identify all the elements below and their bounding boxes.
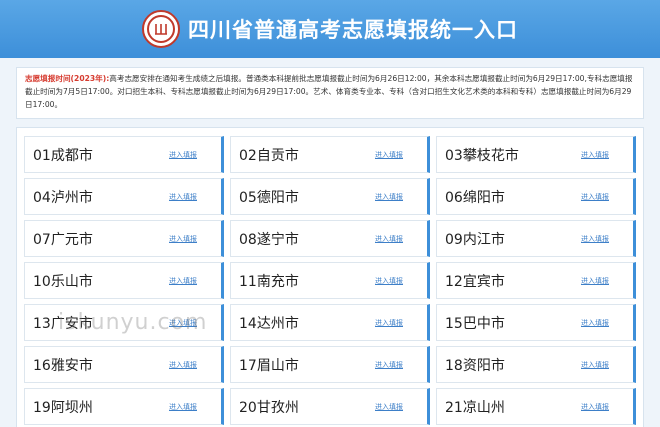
city-card[interactable]: 20甘孜州 进入填报 — [230, 388, 430, 425]
sichuan-emblem-logo — [142, 10, 180, 48]
enter-fill-link[interactable]: 进入填报 — [169, 402, 197, 412]
city-card[interactable]: 13广安市 进入填报 — [24, 304, 224, 341]
city-card[interactable]: 08遂宁市 进入填报 — [230, 220, 430, 257]
city-name: 03攀枝花市 — [445, 147, 519, 164]
enter-fill-link[interactable]: 进入填报 — [375, 150, 403, 160]
city-name: 05德阳市 — [239, 189, 299, 206]
city-card[interactable]: 04泸州市 进入填报 — [24, 178, 224, 215]
city-card[interactable]: 16雅安市 进入填报 — [24, 346, 224, 383]
notice-box: 志愿填报时间(2023年):高考志愿安排在通知考生成绩之后填报。普通类本科提前批… — [16, 67, 644, 119]
city-name: 13广安市 — [33, 315, 93, 332]
city-card[interactable]: 01成都市 进入填报 — [24, 136, 224, 173]
city-card[interactable]: 18资阳市 进入填报 — [436, 346, 636, 383]
page-title: 四川省普通高考志愿填报统一入口 — [188, 18, 518, 42]
city-name: 14达州市 — [239, 315, 299, 332]
enter-fill-link[interactable]: 进入填报 — [169, 318, 197, 328]
enter-fill-link[interactable]: 进入填报 — [581, 150, 609, 160]
city-card[interactable]: 09内江市 进入填报 — [436, 220, 636, 257]
city-card[interactable]: 21凉山州 进入填报 — [436, 388, 636, 425]
city-card[interactable]: 10乐山市 进入填报 — [24, 262, 224, 299]
city-name: 09内江市 — [445, 231, 505, 248]
city-card[interactable]: 03攀枝花市 进入填报 — [436, 136, 636, 173]
enter-fill-link[interactable]: 进入填报 — [375, 318, 403, 328]
enter-fill-link[interactable]: 进入填报 — [169, 276, 197, 286]
page-header: 四川省普通高考志愿填报统一入口 — [0, 0, 660, 58]
city-card[interactable]: 07广元市 进入填报 — [24, 220, 224, 257]
enter-fill-link[interactable]: 进入填报 — [375, 276, 403, 286]
enter-fill-link[interactable]: 进入填报 — [581, 276, 609, 286]
enter-fill-link[interactable]: 进入填报 — [581, 402, 609, 412]
city-name: 20甘孜州 — [239, 399, 299, 416]
enter-fill-link[interactable]: 进入填报 — [581, 234, 609, 244]
notice-label: 志愿填报时间(2023年): — [25, 74, 110, 83]
city-name: 15巴中市 — [445, 315, 505, 332]
city-card[interactable]: 17眉山市 进入填报 — [230, 346, 430, 383]
notice-text: 高考志愿安排在通知考生成绩之后填报。普通类本科提前批志愿填报截止时间为6月26日… — [25, 74, 633, 109]
enter-fill-link[interactable]: 进入填报 — [375, 402, 403, 412]
enter-fill-link[interactable]: 进入填报 — [581, 318, 609, 328]
city-name: 08遂宁市 — [239, 231, 299, 248]
city-name: 07广元市 — [33, 231, 93, 248]
city-name: 17眉山市 — [239, 357, 299, 374]
enter-fill-link[interactable]: 进入填报 — [169, 360, 197, 370]
enter-fill-link[interactable]: 进入填报 — [375, 234, 403, 244]
city-name: 19阿坝州 — [33, 399, 93, 416]
city-name: 10乐山市 — [33, 273, 93, 290]
city-card[interactable]: 11南充市 进入填报 — [230, 262, 430, 299]
city-grid: 01成都市 进入填报 02自贡市 进入填报 03攀枝花市 进入填报 04泸州市 进入填报 05德… — [24, 136, 636, 425]
city-name: 21凉山州 — [445, 399, 505, 416]
enter-fill-link[interactable]: 进入填报 — [169, 150, 197, 160]
enter-fill-link[interactable]: 进入填报 — [169, 192, 197, 202]
city-name: 01成都市 — [33, 147, 93, 164]
enter-fill-link[interactable]: 进入填报 — [581, 192, 609, 202]
city-card[interactable]: 19阿坝州 进入填报 — [24, 388, 224, 425]
city-name: 12宜宾市 — [445, 273, 505, 290]
enter-fill-link[interactable]: 进入填报 — [375, 360, 403, 370]
city-name: 11南充市 — [239, 273, 299, 290]
enter-fill-link[interactable]: 进入填报 — [375, 192, 403, 202]
emblem-ring — [147, 15, 175, 43]
city-card[interactable]: 05德阳市 进入填报 — [230, 178, 430, 215]
city-card[interactable]: 12宜宾市 进入填报 — [436, 262, 636, 299]
city-card[interactable]: 14达州市 进入填报 — [230, 304, 430, 341]
city-name: 16雅安市 — [33, 357, 93, 374]
enter-fill-link[interactable]: 进入填报 — [581, 360, 609, 370]
emblem-icon — [155, 24, 167, 35]
city-card[interactable]: 06绵阳市 进入填报 — [436, 178, 636, 215]
enter-fill-link[interactable]: 进入填报 — [169, 234, 197, 244]
city-card[interactable]: 15巴中市 进入填报 — [436, 304, 636, 341]
city-name: 04泸州市 — [33, 189, 93, 206]
city-card[interactable]: 02自贡市 进入填报 — [230, 136, 430, 173]
city-name: 06绵阳市 — [445, 189, 505, 206]
city-name: 02自贡市 — [239, 147, 299, 164]
city-name: 18资阳市 — [445, 357, 505, 374]
